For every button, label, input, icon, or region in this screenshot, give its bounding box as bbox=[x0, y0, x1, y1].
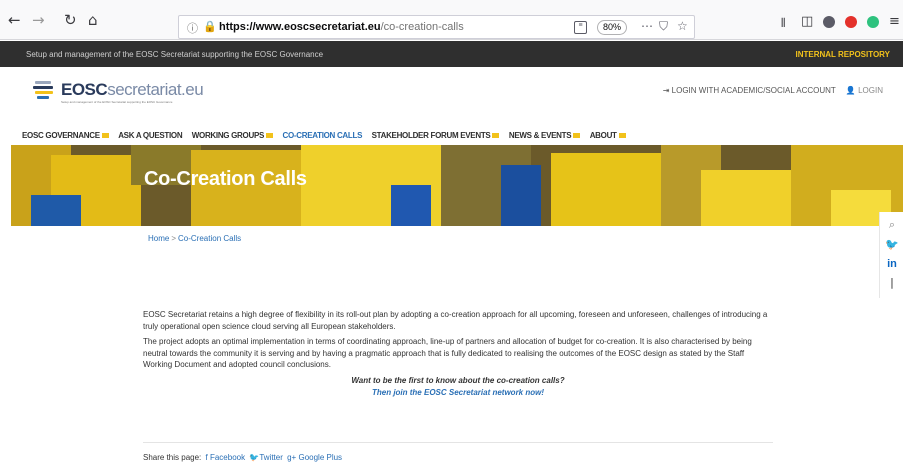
login-area: ⇥ LOGIN WITH ACADEMIC/SOCIAL ACCOUNT 👤 L… bbox=[655, 86, 883, 95]
facebook-icon: f bbox=[205, 453, 208, 462]
login-link[interactable]: 👤 LOGIN bbox=[846, 86, 883, 95]
back-arrow-icon[interactable]: ← bbox=[8, 12, 21, 28]
share-facebook-link[interactable]: f Facebook bbox=[206, 453, 246, 462]
call-to-action: Want to be the first to know about the c… bbox=[143, 375, 773, 399]
site-logo[interactable]: EOSCsecretariat.eu Setup and management … bbox=[33, 79, 233, 107]
linkedin-icon[interactable]: in bbox=[880, 258, 903, 270]
breadcrumb: Home > Co-Creation Calls bbox=[148, 234, 241, 243]
nav-item-stakeholder-forum-events[interactable]: STAKEHOLDER FORUM EVENTS bbox=[372, 131, 500, 140]
share-bar: Share this page: f Facebook 🐦Twitter g+ … bbox=[143, 453, 342, 462]
side-share-bar: ⌕ 🐦 in | bbox=[879, 212, 903, 298]
breadcrumb-separator: > bbox=[171, 234, 177, 243]
menu-icon[interactable]: ≡ bbox=[889, 14, 900, 29]
extension-icon[interactable] bbox=[867, 16, 879, 28]
more-icon[interactable]: ⋯ bbox=[641, 19, 653, 33]
browser-toolbar: ← → ↻ ⌂ ⓘ 🔒 https://www.eoscsecretariat.… bbox=[0, 0, 903, 40]
hero-banner: Co-Creation Calls bbox=[11, 145, 903, 226]
implementation-paragraph: The project adopts an optimal implementa… bbox=[143, 337, 752, 369]
pocket-icon[interactable]: ⛉ bbox=[659, 19, 668, 34]
share-label: Share this page: bbox=[143, 453, 202, 462]
intro-paragraph: EOSC Secretariat retains a high degree o… bbox=[143, 310, 768, 331]
logo-subtitle: Setup and management of the EOSC Secreta… bbox=[61, 100, 173, 104]
address-bar[interactable]: ⓘ 🔒 https://www.eoscsecretariat.eu/co-cr… bbox=[178, 15, 695, 39]
tagline: Setup and management of the EOSC Secreta… bbox=[26, 50, 324, 59]
flag-icon bbox=[101, 133, 109, 138]
logo-mark-icon bbox=[33, 79, 55, 103]
nav-item-eosc-governance[interactable]: EOSC GOVERNANCE bbox=[22, 131, 109, 140]
nav-item-about[interactable]: ABOUT bbox=[590, 131, 626, 140]
nav-item-news-events[interactable]: NEWS & EVENTS bbox=[509, 131, 581, 140]
star-icon[interactable]: ☆ bbox=[677, 19, 688, 33]
flag-icon bbox=[492, 133, 500, 138]
adblock-icon[interactable] bbox=[845, 16, 857, 28]
share-twitter-link[interactable]: 🐦Twitter bbox=[249, 453, 283, 462]
breadcrumb-home[interactable]: Home bbox=[148, 234, 169, 243]
login-academic-link[interactable]: ⇥ LOGIN WITH ACADEMIC/SOCIAL ACCOUNT bbox=[663, 86, 836, 95]
url-text[interactable]: https://www.eoscsecretariat.eu/co-creati… bbox=[219, 21, 464, 33]
divider bbox=[143, 442, 773, 443]
main-nav: EOSC GOVERNANCE ASK A QUESTION WORKING G… bbox=[22, 125, 882, 140]
reader-view-icon[interactable]: ≡ bbox=[574, 21, 587, 34]
flag-icon bbox=[266, 133, 274, 138]
search-icon[interactable]: ⌕ bbox=[880, 218, 903, 232]
flag-icon bbox=[618, 133, 626, 138]
twitter-icon[interactable]: 🐦 bbox=[880, 238, 903, 251]
forward-arrow-icon[interactable]: → bbox=[32, 12, 45, 28]
reload-icon[interactable]: ↻ bbox=[64, 12, 77, 28]
nav-item-working-groups[interactable]: WORKING GROUPS bbox=[192, 131, 274, 140]
nav-item-co-creation-calls[interactable]: CO-CREATION CALLS bbox=[282, 131, 362, 140]
lock-icon[interactable]: 🔒 bbox=[203, 20, 217, 33]
breadcrumb-current[interactable]: Co-Creation Calls bbox=[178, 234, 241, 243]
logo-wordmark: EOSCsecretariat.eu bbox=[61, 80, 204, 99]
info-icon[interactable]: ⓘ bbox=[187, 20, 198, 36]
share-google-link[interactable]: g+ Google Plus bbox=[287, 453, 342, 462]
nav-item-ask-a-question[interactable]: ASK A QUESTION bbox=[118, 131, 182, 140]
sidebar-icon[interactable]: ◫ bbox=[801, 14, 813, 29]
google-plus-icon: g+ bbox=[287, 453, 297, 462]
twitter-icon: 🐦 bbox=[249, 453, 260, 462]
share-line-icon: | bbox=[890, 276, 894, 289]
cta-question: Want to be the first to know about the c… bbox=[351, 375, 565, 385]
cta-join-link[interactable]: Then join the EOSC Secretariat network n… bbox=[143, 387, 773, 399]
library-icon[interactable]: 𝍪 bbox=[781, 14, 785, 36]
account-icon[interactable] bbox=[823, 16, 835, 28]
flag-icon bbox=[573, 133, 581, 138]
zoom-indicator[interactable]: 80% bbox=[597, 20, 627, 35]
home-icon[interactable]: ⌂ bbox=[88, 12, 98, 28]
top-info-bar: Setup and management of the EOSC Secreta… bbox=[0, 41, 903, 67]
internal-repository-link[interactable]: INTERNAL REPOSITORY bbox=[795, 50, 890, 59]
page-title: Co-Creation Calls bbox=[144, 168, 307, 190]
main-content: EOSC Secretariat retains a high degree o… bbox=[143, 309, 773, 399]
